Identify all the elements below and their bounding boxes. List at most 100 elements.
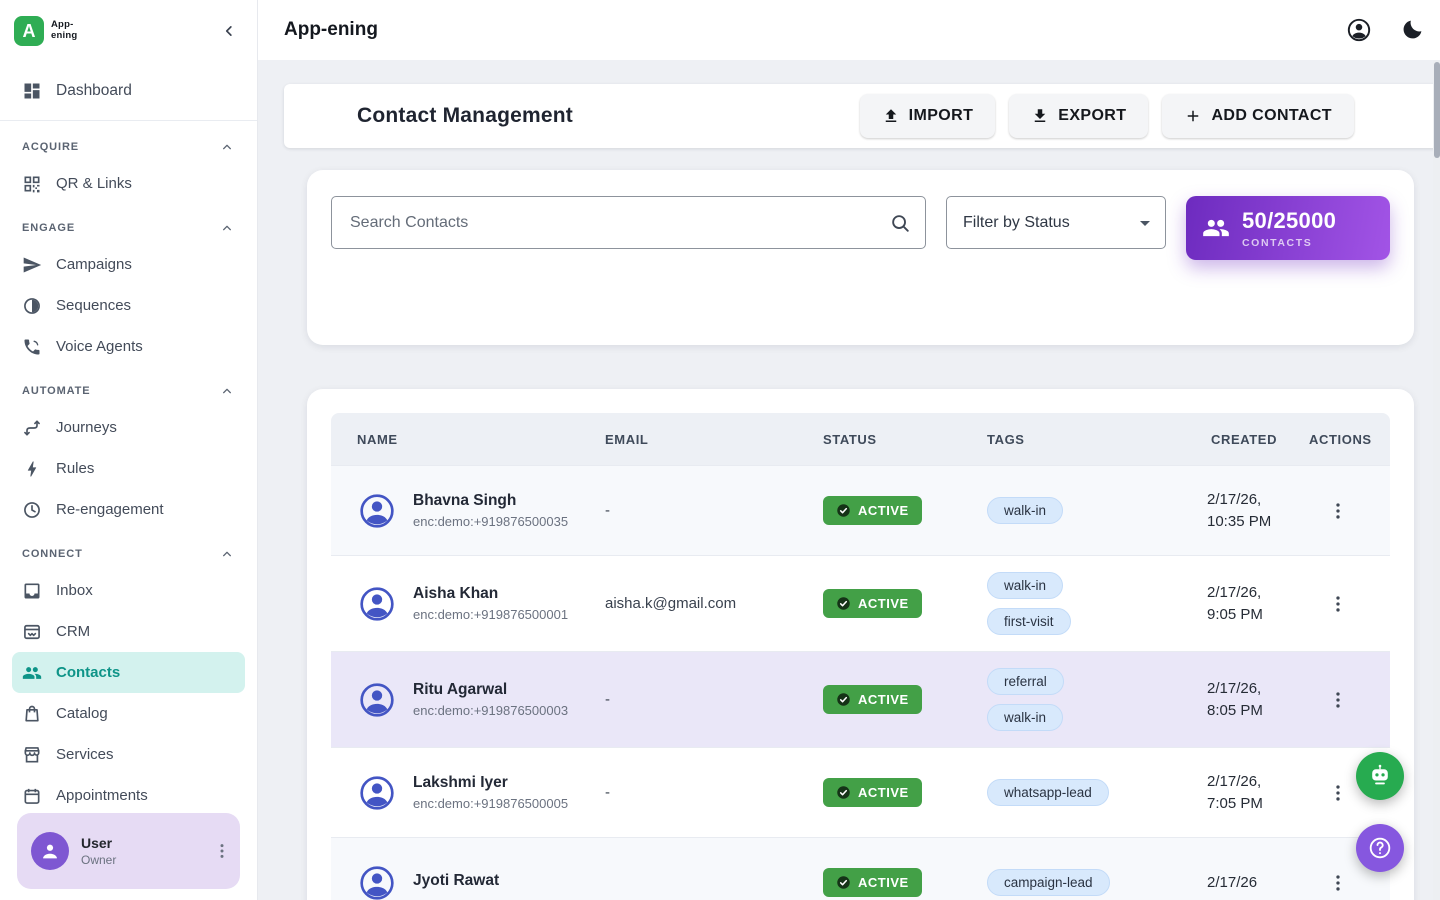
row-actions-menu[interactable] [1327,593,1349,615]
send-icon [22,255,42,275]
sidebar-item-crm[interactable]: CRM [12,611,245,652]
sidebar-item-sequences[interactable]: Sequences [12,285,245,326]
table-row[interactable]: Aisha Khan enc:demo:+919876500001 aisha.… [331,555,1390,651]
help-button[interactable] [1356,824,1404,872]
search-box [331,196,926,249]
check-circle-icon [836,785,851,800]
sidebar-item-label: Catalog [56,705,108,722]
account-icon[interactable] [1346,17,1372,43]
sidebar-item-label: CRM [56,623,90,640]
scrollbar-thumb[interactable] [1434,62,1440,158]
contact-name: Jyoti Rawat [413,872,499,890]
contact-phone: enc:demo:+919876500035 [413,514,568,529]
bag-icon [22,704,42,724]
sidebar-item-contacts[interactable]: Contacts [12,652,245,693]
add-contact-button[interactable]: ADD CONTACT [1162,94,1354,138]
app-logo: A App- ening [14,16,77,46]
store-icon [22,745,42,765]
scrollbar-track [1433,60,1440,900]
sidebar-nav: Dashboard ACQUIRE QR & Links ENGAGE Camp… [0,62,257,900]
sidebar-item-label: Contacts [56,664,120,681]
sidebar-section-connect[interactable]: CONNECT [12,530,245,570]
chevron-up-icon [219,220,235,236]
column-header-name: NAME [331,413,587,465]
sidebar-section-automate[interactable]: AUTOMATE [12,367,245,407]
contacts-count-badge: 50/25000 CONTACTS [1186,196,1390,260]
sidebar-item-dashboard[interactable]: Dashboard [12,68,245,114]
contact-email: aisha.k@gmail.com [587,556,805,651]
row-actions-menu[interactable] [1327,872,1349,894]
contact-phone: enc:demo:+919876500005 [413,796,568,811]
contact-name: Lakshmi Iyer [413,774,568,792]
route-icon [22,418,42,438]
column-header-status: STATUS [805,413,969,465]
contacts-count-value: 50/25000 [1242,208,1336,234]
table-row[interactable]: Jyoti Rawat ACTIVE campaign-lead 2/17/26 [331,837,1390,900]
section-label: CONNECT [22,548,83,560]
created-date: 2/17/26, [1207,678,1261,700]
sidebar-item-label: Sequences [56,297,131,314]
row-actions-menu[interactable] [1327,782,1349,804]
caret-down-icon [1133,211,1157,235]
user-card: User Owner [17,813,240,889]
sidebar-item-voice-agents[interactable]: Voice Agents [12,326,245,367]
status-filter-select[interactable]: Filter by Status [946,196,1166,249]
app-title: App-ening [284,19,1346,41]
table-row[interactable]: Ritu Agarwal enc:demo:+919876500003 - AC… [331,651,1390,747]
sidebar-section-acquire[interactable]: ACQUIRE [12,123,245,163]
table-row[interactable]: Bhavna Singh enc:demo:+919876500035 - AC… [331,465,1390,555]
contact-created: 2/17/26, 10:35 PM [1193,466,1291,555]
dark-mode-toggle[interactable] [1400,18,1424,42]
import-button[interactable]: IMPORT [860,94,996,138]
contacts-table-card: NAME EMAIL STATUS TAGS CREATED ACTIONS B… [307,389,1414,900]
search-contacts-input[interactable] [348,213,879,233]
status-badge: ACTIVE [823,868,922,897]
chevron-up-icon [219,383,235,399]
contact-name: Bhavna Singh [413,492,568,510]
table-row[interactable]: Lakshmi Iyer enc:demo:+919876500005 - AC… [331,747,1390,837]
contact-email: - [587,652,805,747]
contact-created: 2/17/26, 8:05 PM [1193,652,1291,747]
sidebar-collapse-button[interactable] [215,17,243,45]
tag-pill: walk-in [987,704,1063,731]
sidebar-item-services[interactable]: Services [12,734,245,775]
row-actions-menu[interactable] [1327,689,1349,711]
section-label: AUTOMATE [22,385,91,397]
sidebar-section-engage[interactable]: ENGAGE [12,204,245,244]
tag-pill: walk-in [987,572,1063,599]
contact-tags: whatsapp-lead [969,748,1193,837]
sidebar-item-campaigns[interactable]: Campaigns [12,244,245,285]
column-header-tags: TAGS [969,413,1193,465]
sidebar-item-label: Dashboard [56,82,132,100]
support-bot-button[interactable] [1356,752,1404,800]
export-button[interactable]: EXPORT [1009,94,1148,138]
search-toolbar: Filter by Status 50/25000 CONTACTS [307,170,1414,345]
user-avatar [31,832,69,870]
tag-pill: referral [987,668,1064,695]
sidebar-item-catalog[interactable]: Catalog [12,693,245,734]
people-icon [1202,214,1230,242]
sidebar-item-label: Re-engagement [56,501,164,518]
user-name: User [81,835,200,851]
check-circle-icon [836,503,851,518]
created-date: 2/17/26, [1207,582,1261,604]
sidebar-item-inbox[interactable]: Inbox [12,570,245,611]
status-badge: ACTIVE [823,778,922,807]
contact-phone: enc:demo:+919876500001 [413,607,568,622]
sidebar-item-qr-links[interactable]: QR & Links [12,163,245,204]
user-menu-button[interactable] [212,841,232,861]
sidebar-item-journeys[interactable]: Journeys [12,407,245,448]
sidebar-item-appointments[interactable]: Appointments [12,775,245,816]
contact-avatar-icon [357,773,397,813]
sidebar-item-re-engagement[interactable]: Re-engagement [12,489,245,530]
row-actions-menu[interactable] [1327,500,1349,522]
bolt-icon [22,459,42,479]
status-badge: ACTIVE [823,685,922,714]
check-circle-icon [836,596,851,611]
download-icon [1031,107,1049,125]
dashboard-icon [22,81,42,101]
status-badge: ACTIVE [823,589,922,618]
contact-phone: enc:demo:+919876500003 [413,703,568,718]
sidebar-item-rules[interactable]: Rules [12,448,245,489]
contacts-count-label: CONTACTS [1242,237,1336,249]
